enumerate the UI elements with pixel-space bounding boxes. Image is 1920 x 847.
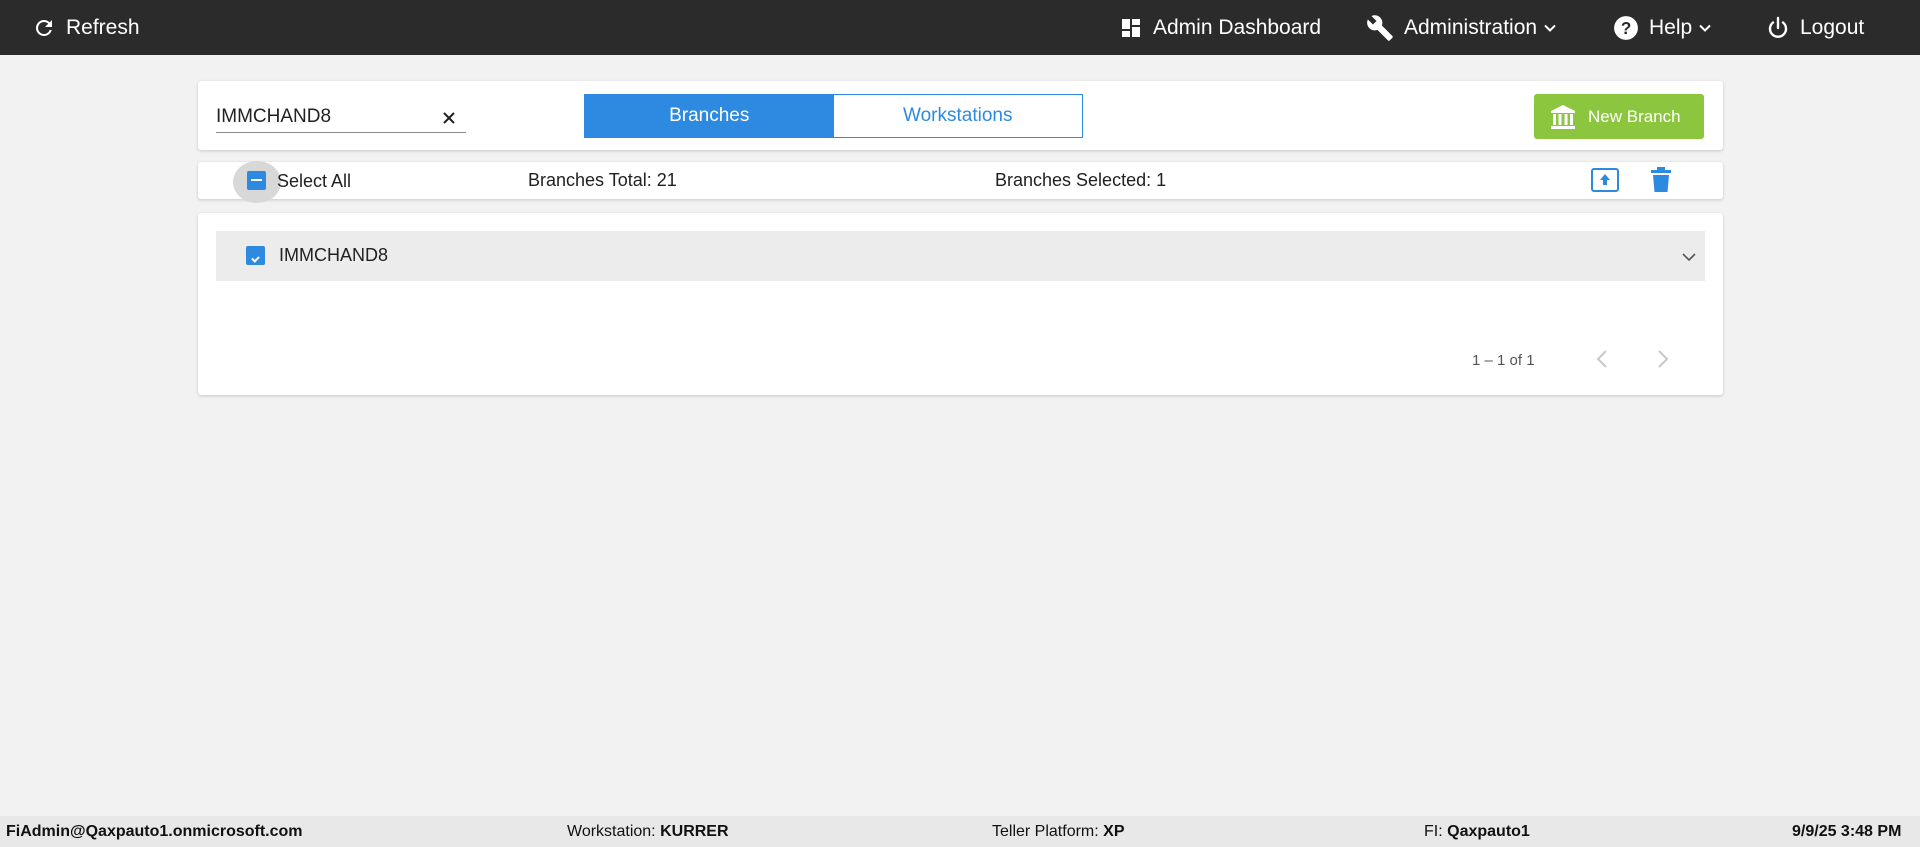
- top-navigation-bar: Refresh Admin Dashboard Administration ?…: [0, 0, 1920, 55]
- wrench-icon: [1366, 14, 1394, 42]
- branch-list-card: IMMCHAND8 1 – 1 of 1: [198, 213, 1723, 395]
- power-icon: [1766, 16, 1790, 40]
- next-page-button[interactable]: [1650, 346, 1676, 372]
- footer-fi: FI: Qaxpauto1: [1424, 823, 1530, 840]
- trash-icon[interactable]: [1651, 167, 1671, 193]
- footer-user: FiAdmin@Qaxpauto1.onmicrosoft.com: [6, 823, 303, 840]
- row-checkbox[interactable]: [246, 246, 265, 265]
- help-circle-icon: ?: [1613, 15, 1639, 41]
- view-tabs: Branches Workstations: [584, 94, 1083, 138]
- status-footer: FiAdmin@Qaxpauto1.onmicrosoft.com Workst…: [0, 816, 1920, 847]
- footer-teller-platform: Teller Platform: XP: [992, 823, 1125, 840]
- search-toolbar-card: Branches Workstations New Branch: [198, 81, 1723, 150]
- new-branch-button[interactable]: New Branch: [1534, 94, 1704, 139]
- svg-text:?: ?: [1621, 17, 1632, 37]
- chevron-down-icon[interactable]: [1681, 249, 1697, 265]
- selection-summary-bar: Select All Branches Total: 21 Branches S…: [198, 161, 1723, 203]
- chevron-left-icon: [1596, 350, 1607, 368]
- help-menu[interactable]: ? Help: [1613, 0, 1712, 55]
- admin-dashboard-link[interactable]: Admin Dashboard: [1119, 0, 1321, 55]
- search-field: [216, 103, 466, 133]
- dashboard-grid-icon: [1119, 16, 1143, 40]
- search-input[interactable]: [216, 103, 431, 131]
- upload-icon[interactable]: [1591, 168, 1619, 192]
- chevron-down-icon: [1543, 21, 1557, 35]
- select-all-checkbox[interactable]: [247, 171, 266, 190]
- logout-button[interactable]: Logout: [1766, 0, 1864, 55]
- branches-total-label: Branches Total: 21: [528, 170, 677, 190]
- administration-label: Administration: [1404, 15, 1538, 39]
- logout-label: Logout: [1800, 15, 1865, 39]
- help-label: Help: [1649, 15, 1693, 39]
- administration-menu[interactable]: Administration: [1366, 0, 1557, 55]
- refresh-label: Refresh: [66, 15, 140, 39]
- footer-workstation: Workstation: KURRER: [567, 823, 729, 840]
- refresh-button[interactable]: Refresh: [32, 0, 140, 55]
- bank-icon: [1551, 104, 1575, 129]
- previous-page-button[interactable]: [1589, 346, 1615, 372]
- new-branch-label: New Branch: [1588, 106, 1681, 126]
- select-all-label: Select All: [277, 171, 352, 191]
- pagination-range: 1 – 1 of 1: [1472, 352, 1535, 369]
- tab-branches[interactable]: Branches: [585, 95, 834, 137]
- branches-selected-label: Branches Selected: 1: [995, 170, 1167, 190]
- tab-workstations[interactable]: Workstations: [833, 95, 1082, 137]
- refresh-icon: [32, 16, 56, 40]
- list-item[interactable]: IMMCHAND8: [216, 231, 1705, 281]
- footer-datetime: 9/9/25 3:48 PM: [1792, 823, 1902, 840]
- chevron-right-icon: [1658, 350, 1669, 368]
- branch-name: IMMCHAND8: [279, 245, 389, 265]
- chevron-down-icon: [1698, 21, 1712, 35]
- admin-dashboard-label: Admin Dashboard: [1153, 15, 1322, 39]
- close-icon[interactable]: [440, 109, 458, 127]
